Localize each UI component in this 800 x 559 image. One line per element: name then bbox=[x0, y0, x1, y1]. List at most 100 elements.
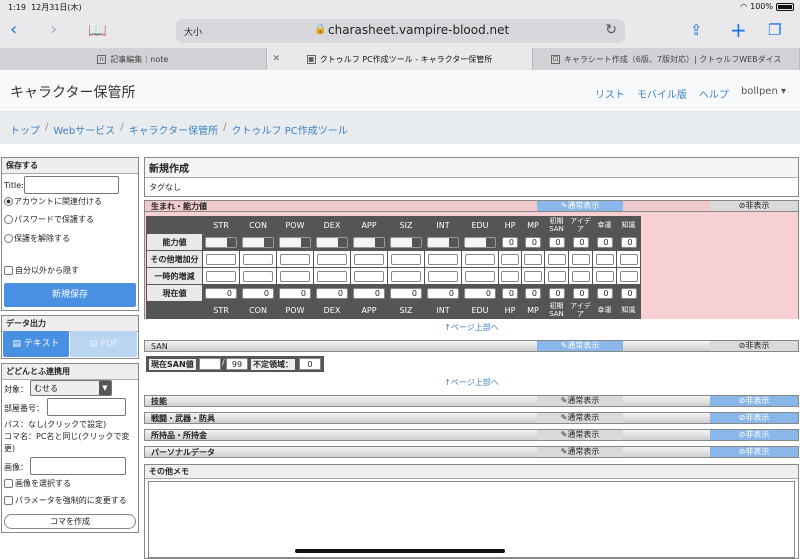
stat-input[interactable] bbox=[354, 270, 384, 282]
new-save-button[interactable]: 新規保存 bbox=[4, 283, 136, 307]
section-items-header[interactable]: 所持品・所持金 ✎通常表示 ⊘非表示 bbox=[144, 429, 799, 441]
memo-textarea[interactable] bbox=[148, 481, 795, 558]
stat-input[interactable] bbox=[501, 253, 519, 265]
address-bar[interactable]: 大小 🔒 charasheet.vampire-blood.net ↻ bbox=[176, 19, 625, 43]
stat-input[interactable] bbox=[524, 253, 542, 265]
stat-input[interactable] bbox=[524, 270, 542, 282]
radio-password-icon[interactable] bbox=[4, 215, 13, 224]
breadcrumb-charahokan[interactable]: キャラクター保管所 bbox=[129, 122, 219, 137]
stat-input[interactable] bbox=[595, 270, 614, 282]
items-normal-button[interactable]: ✎通常表示 bbox=[537, 430, 623, 440]
section-personal-header[interactable]: パーソナルデータ ✎通常表示 ⊘非表示 bbox=[144, 446, 799, 458]
stat-select[interactable] bbox=[390, 236, 422, 248]
san-normal-button[interactable]: ✎通常表示 bbox=[537, 341, 623, 351]
stat-input[interactable] bbox=[280, 270, 310, 282]
option-unprotect[interactable]: 保護を解除する bbox=[4, 233, 70, 244]
option-account[interactable]: アカウントに関連付ける bbox=[4, 196, 102, 207]
radio-unprotect-icon[interactable] bbox=[4, 234, 13, 243]
tab-webdice[interactable]: ⚀ キャラシート作成（6版、7版対応）| クトゥルフWEBダイス bbox=[533, 48, 800, 70]
combat-hide-button[interactable]: ⊘非表示 bbox=[710, 413, 798, 423]
target-select[interactable]: むせる ▼ bbox=[30, 380, 112, 396]
stat-input[interactable] bbox=[571, 253, 590, 265]
tab-charasheet[interactable]: ✕ ▦ クトゥルフ PC作成ツール - キャラクター保管所 bbox=[266, 48, 534, 70]
stat-select[interactable] bbox=[242, 236, 274, 248]
stat-select[interactable] bbox=[464, 236, 496, 248]
stat-input[interactable] bbox=[206, 253, 236, 265]
site-brand[interactable]: キャラクター保管所 bbox=[10, 82, 135, 102]
stat-input[interactable] bbox=[243, 253, 273, 265]
stat-select[interactable] bbox=[279, 236, 311, 248]
stat-input[interactable] bbox=[619, 253, 638, 265]
create-koma-button[interactable]: コマを作成 bbox=[4, 514, 136, 529]
select-image-checkbox-icon[interactable] bbox=[4, 479, 13, 488]
option-password[interactable]: パスワードで保護する bbox=[4, 214, 94, 225]
stat-input[interactable] bbox=[501, 270, 519, 282]
stat-select[interactable] bbox=[205, 236, 237, 248]
reload-icon[interactable]: ↻ bbox=[605, 22, 617, 38]
breadcrumb-pc-tool[interactable]: クトゥルフ PC作成ツール bbox=[232, 122, 348, 137]
skills-normal-button[interactable]: ✎通常表示 bbox=[537, 396, 623, 406]
pdf-export-button[interactable]: ▤ PDF bbox=[70, 331, 137, 357]
pagetop-link-1[interactable]: ↑ページ上部へ bbox=[144, 322, 799, 333]
personal-hide-button[interactable]: ⊘非表示 bbox=[710, 447, 798, 457]
stat-input[interactable] bbox=[571, 270, 590, 282]
stat-input[interactable] bbox=[595, 253, 614, 265]
stat-input[interactable] bbox=[547, 253, 566, 265]
birth-hide-button[interactable]: ⊘非表示 bbox=[710, 201, 798, 211]
birth-normal-button[interactable]: ✎通常表示 bbox=[537, 201, 623, 211]
stat-input[interactable] bbox=[391, 253, 421, 265]
room-number-input[interactable] bbox=[47, 398, 126, 416]
section-combat-header[interactable]: 戦闘・武器・防具 ✎通常表示 ⊘非表示 bbox=[144, 412, 799, 424]
combat-normal-button[interactable]: ✎通常表示 bbox=[537, 413, 623, 423]
nav-link-list[interactable]: リスト bbox=[595, 86, 625, 101]
user-menu[interactable]: bollpen ▾ bbox=[741, 86, 786, 101]
nav-link-mobile[interactable]: モバイル版 bbox=[637, 86, 687, 101]
image-input[interactable] bbox=[30, 457, 126, 475]
items-hide-button[interactable]: ⊘非表示 bbox=[710, 430, 798, 440]
forward-icon[interactable]: › bbox=[50, 19, 57, 41]
text-size-button[interactable]: 大小 bbox=[184, 25, 202, 38]
stat-input[interactable] bbox=[428, 270, 458, 282]
breadcrumb-webservice[interactable]: Webサービス bbox=[53, 122, 115, 137]
tab-note[interactable]: n 記事編集｜note bbox=[0, 48, 267, 70]
stat-input[interactable] bbox=[391, 270, 421, 282]
stat-input[interactable] bbox=[465, 253, 495, 265]
stat-input[interactable] bbox=[619, 270, 638, 282]
pass-link[interactable]: パス：なし(クリックで設定) bbox=[4, 419, 138, 430]
nav-link-help[interactable]: ヘルプ bbox=[699, 86, 729, 101]
share-icon[interactable]: ⇪ bbox=[690, 19, 703, 41]
new-tab-icon[interactable]: + bbox=[730, 19, 747, 41]
hide-checkbox-icon[interactable] bbox=[4, 266, 13, 275]
stat-input[interactable] bbox=[317, 270, 347, 282]
force-param[interactable]: パラメータを強制的に変更する bbox=[4, 495, 127, 506]
stat-input[interactable] bbox=[428, 253, 458, 265]
stat-input[interactable] bbox=[280, 253, 310, 265]
stat-input[interactable] bbox=[465, 270, 495, 282]
home-indicator[interactable] bbox=[295, 549, 505, 553]
koma-name-link[interactable]: コマ名：PC名と同じ(クリックで変更) bbox=[4, 431, 138, 455]
stat-input[interactable] bbox=[243, 270, 273, 282]
close-tab-icon[interactable]: ✕ bbox=[273, 54, 281, 64]
hide-from-others[interactable]: 自分以外から隠す bbox=[4, 265, 79, 276]
select-image[interactable]: 画像を選択する bbox=[4, 478, 71, 489]
stat-select[interactable] bbox=[427, 236, 459, 248]
stat-input[interactable] bbox=[354, 253, 384, 265]
stat-input[interactable] bbox=[547, 270, 566, 282]
skills-hide-button[interactable]: ⊘非表示 bbox=[710, 396, 798, 406]
stat-select[interactable] bbox=[353, 236, 385, 248]
title-input[interactable] bbox=[24, 176, 119, 194]
personal-normal-button[interactable]: ✎通常表示 bbox=[537, 447, 623, 457]
back-icon[interactable]: ‹ bbox=[10, 19, 17, 41]
tabs-overview-icon[interactable]: ❐ bbox=[768, 19, 781, 41]
radio-account-icon[interactable] bbox=[4, 197, 13, 206]
force-param-checkbox-icon[interactable] bbox=[4, 496, 13, 505]
stat-input[interactable] bbox=[317, 253, 347, 265]
section-skills-header[interactable]: 技能 ✎通常表示 ⊘非表示 bbox=[144, 395, 799, 407]
san-current-input[interactable] bbox=[199, 358, 221, 370]
text-export-button[interactable]: ▤ テキスト bbox=[3, 331, 69, 357]
bookmarks-icon[interactable]: 📖 bbox=[88, 19, 107, 41]
breadcrumb-top[interactable]: トップ bbox=[10, 122, 40, 137]
pagetop-link-2[interactable]: ↑ページ上部へ bbox=[144, 377, 799, 388]
stat-select[interactable] bbox=[316, 236, 348, 248]
stat-input[interactable] bbox=[206, 270, 236, 282]
